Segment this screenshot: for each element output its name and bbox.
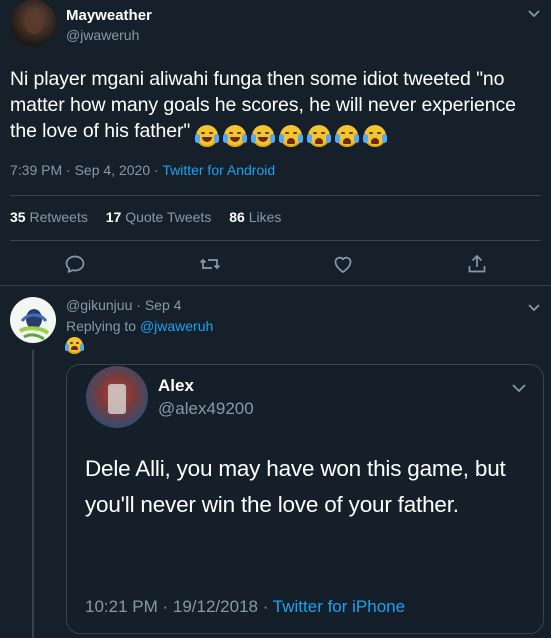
loudly-crying-face-icon: [362, 124, 387, 147]
reply-author-avatar[interactable]: [10, 297, 56, 343]
replying-to: Replying to @jwaweruh: [66, 318, 214, 334]
likes-stat[interactable]: 86 Likes: [229, 209, 281, 225]
tweet-meta: 7:39 PM · Sep 4, 2020 · Twitter for Andr…: [10, 162, 276, 178]
retweets-stat[interactable]: 35 Retweets: [10, 209, 88, 225]
author-avatar[interactable]: [10, 0, 56, 46]
replying-to-link[interactable]: @jwaweruh: [140, 318, 213, 334]
divider: [10, 240, 541, 241]
tweet-emoji-group: [194, 122, 392, 148]
quote-tweets-stat[interactable]: 17 Quote Tweets: [106, 209, 212, 225]
share-icon[interactable]: [465, 252, 489, 276]
face-with-tears-of-joy-icon: [250, 124, 275, 147]
reply-author-handle[interactable]: @gikunjuu: [66, 297, 132, 313]
retweet-icon[interactable]: [198, 252, 222, 276]
reply-header: @gikunjuu · Sep 4: [66, 297, 182, 313]
tweet-date[interactable]: Sep 4, 2020: [75, 162, 151, 178]
tweet-text: Ni player mgani aliwahi funga then some …: [10, 66, 545, 148]
tweet-stats: 35 Retweets 17 Quote Tweets 86 Likes: [10, 209, 295, 225]
quoted-author-display-name[interactable]: Alex: [158, 376, 194, 396]
reply-text: [65, 337, 84, 355]
tweet-options-chevron-icon[interactable]: [527, 6, 541, 18]
loudly-crying-face-icon: [306, 124, 331, 147]
loudly-crying-face-icon: [278, 124, 303, 147]
face-with-tears-of-joy-icon: [194, 124, 219, 147]
quoted-tweet-date[interactable]: 19/12/2018: [173, 597, 258, 616]
quoted-tweet-card[interactable]: Alex @alex49200 Dele Alli, you may have …: [66, 364, 544, 634]
quoted-author-avatar[interactable]: [86, 366, 148, 428]
divider: [10, 195, 541, 196]
quoted-tweet-meta: 10:21 PM · 19/12/2018 · Twitter for iPho…: [85, 597, 406, 616]
divider: [0, 285, 551, 286]
face-with-tears-of-joy-icon: [222, 124, 247, 147]
tweet-time[interactable]: 7:39 PM: [10, 162, 62, 178]
reply-icon[interactable]: [63, 252, 87, 276]
loudly-crying-face-icon: [65, 337, 84, 355]
quoted-author-handle[interactable]: @alex49200: [158, 399, 254, 419]
quoted-tweet-text: Dele Alli, you may have won this game, b…: [85, 456, 506, 517]
reply-date[interactable]: Sep 4: [145, 297, 182, 313]
author-display-name[interactable]: Mayweather: [66, 7, 152, 24]
tweet-source-link[interactable]: Twitter for Android: [162, 162, 275, 178]
reply-options-chevron-icon[interactable]: [527, 300, 541, 312]
thread-line: [32, 350, 34, 638]
quoted-tweet-source-link[interactable]: Twitter for iPhone: [273, 597, 405, 616]
loudly-crying-face-icon: [334, 124, 359, 147]
like-icon[interactable]: [331, 252, 355, 276]
quoted-tweet-time[interactable]: 10:21 PM: [85, 597, 158, 616]
quoted-options-chevron-icon[interactable]: [511, 381, 527, 393]
author-handle[interactable]: @jwaweruh: [66, 27, 139, 43]
